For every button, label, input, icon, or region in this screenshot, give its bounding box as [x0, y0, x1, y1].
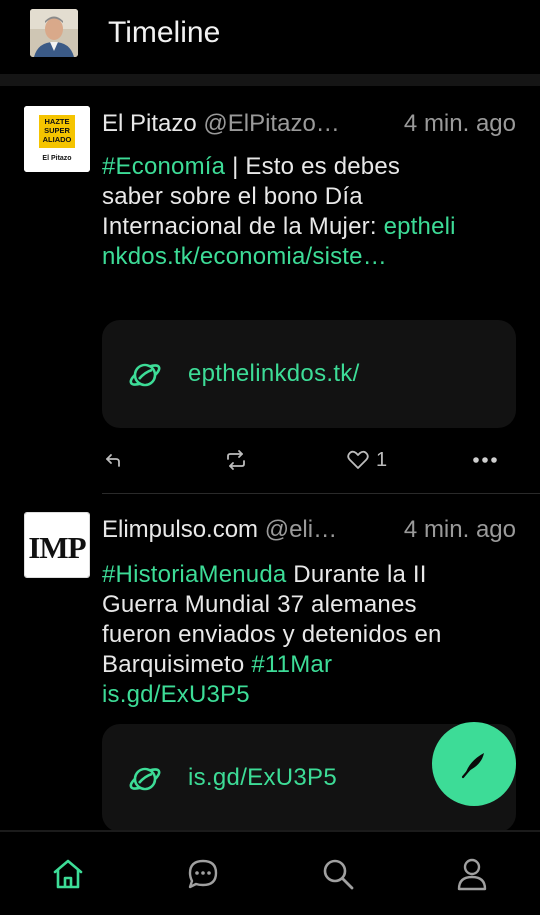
- post-actions: 1: [102, 442, 516, 478]
- elpitazo-logo-icon: HAZTE SUPER ALIADO El Pitazo: [24, 106, 90, 172]
- elimpulso-logo-icon: IMP: [25, 513, 89, 577]
- nav-profile[interactable]: [454, 856, 490, 892]
- bottom-navigation: [0, 830, 540, 915]
- link-preview-card[interactable]: epthelinkdos.tk/: [102, 320, 516, 428]
- profile-icon: [457, 858, 487, 891]
- post-time: 4 min. ago: [403, 110, 516, 137]
- nav-search[interactable]: [320, 856, 356, 892]
- author-name[interactable]: El Pitazo: [102, 110, 197, 137]
- nav-messages[interactable]: [185, 856, 221, 892]
- svg-text:IMP: IMP: [28, 530, 86, 565]
- search-icon: [323, 859, 354, 890]
- author-name[interactable]: Elimpulso.com: [102, 516, 258, 543]
- svg-text:El Pitazo: El Pitazo: [42, 155, 71, 162]
- account-avatar[interactable]: [30, 9, 78, 57]
- timeline-feed[interactable]: HAZTE SUPER ALIADO El Pitazo El Pitazo @…: [0, 86, 540, 830]
- planet-icon: [129, 363, 161, 387]
- hashtag-link[interactable]: #HistoriaMenuda: [102, 561, 286, 588]
- post-text: #HistoriaMenuda Durante la II Guerra Mun…: [102, 560, 482, 710]
- author-handle[interactable]: @eli…: [265, 516, 337, 543]
- top-bar: Timeline: [0, 0, 540, 74]
- reply-icon: [106, 454, 120, 467]
- post-meta: El Pitazo @ElPitazo… 4 min. ago: [102, 110, 516, 144]
- link-preview-url[interactable]: epthelinkdos.tk/: [188, 360, 360, 388]
- favourite-button[interactable]: 1: [346, 442, 387, 478]
- heart-icon: [347, 450, 369, 469]
- author-handle[interactable]: @ElPitazo…: [203, 110, 339, 137]
- chat-bubble-icon: [188, 859, 218, 889]
- post-avatar[interactable]: HAZTE SUPER ALIADO El Pitazo: [24, 106, 90, 172]
- boost-button[interactable]: [224, 442, 248, 478]
- post-meta: Elimpulso.com @eli… 4 min. ago: [102, 516, 516, 550]
- more-options-button[interactable]: [472, 442, 498, 478]
- svg-text:HAZTE: HAZTE: [45, 117, 70, 126]
- repeat-icon: [227, 450, 245, 470]
- feather-icon: [461, 753, 484, 779]
- svg-text:ALIADO: ALIADO: [43, 135, 72, 144]
- post-avatar[interactable]: IMP: [24, 512, 90, 578]
- url-link[interactable]: is.gd/ExU3P5: [102, 681, 250, 708]
- planet-icon: [129, 767, 161, 791]
- nav-home[interactable]: [50, 856, 86, 892]
- post-time: 4 min. ago: [403, 516, 516, 543]
- hashtag-link[interactable]: #Economía: [102, 153, 225, 180]
- more-dots-icon: [473, 457, 497, 463]
- post[interactable]: HAZTE SUPER ALIADO El Pitazo El Pitazo @…: [0, 86, 540, 494]
- reply-button[interactable]: [104, 442, 124, 478]
- user-avatar-icon: [30, 9, 78, 57]
- link-preview-url[interactable]: is.gd/ExU3P5: [188, 764, 337, 792]
- hashtag-link[interactable]: #11Mar: [251, 651, 332, 678]
- compose-button[interactable]: [432, 722, 516, 806]
- svg-text:SUPER: SUPER: [44, 126, 70, 135]
- page-title: Timeline: [108, 16, 221, 49]
- header-divider: [0, 74, 540, 86]
- favourite-count: 1: [376, 448, 388, 471]
- home-icon: [53, 859, 83, 889]
- post-text: #Economía | Esto es debes saber sobre el…: [102, 152, 462, 272]
